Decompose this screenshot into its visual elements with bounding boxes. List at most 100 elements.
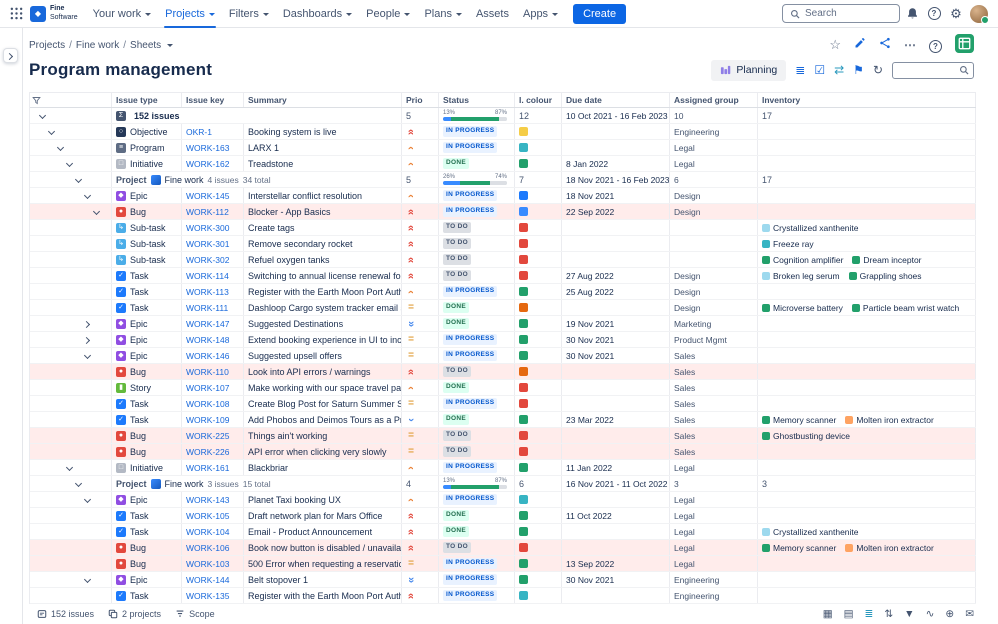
assigned-group-cell[interactable]: Sales <box>670 428 758 443</box>
collapse-chevron-icon[interactable] <box>47 127 56 136</box>
issue-key-link[interactable]: WORK-104 <box>186 527 229 537</box>
collapse-chevron-icon[interactable] <box>74 175 83 184</box>
status-badge[interactable]: DONE <box>443 510 469 521</box>
issue-key-link[interactable]: WORK-103 <box>186 559 229 569</box>
issue-key-link[interactable]: WORK-147 <box>186 319 229 329</box>
assigned-group-cell[interactable]: Legal <box>670 156 758 171</box>
create-button[interactable]: Create <box>573 3 627 24</box>
issue-key-link[interactable]: OKR-1 <box>186 127 212 137</box>
app-logo[interactable]: ◆ Fine Software <box>30 5 78 22</box>
assigned-group-cell[interactable]: Sales <box>670 444 758 459</box>
sheets-icon[interactable] <box>955 33 974 57</box>
issue-key-link[interactable]: WORK-111 <box>186 303 228 313</box>
assigned-group-cell[interactable]: Legal <box>670 492 758 507</box>
colour-swatch[interactable] <box>519 271 528 280</box>
collapse-chevron-icon[interactable] <box>74 479 83 488</box>
collapse-chevron-icon[interactable] <box>65 159 74 168</box>
expand-chevron-icon[interactable] <box>83 319 92 328</box>
collapse-chevron-icon[interactable] <box>83 191 92 200</box>
status-badge[interactable]: TO DO <box>443 254 471 265</box>
issue-key-link[interactable]: WORK-105 <box>186 511 229 521</box>
board-view-icon[interactable]: ▤ <box>844 609 854 620</box>
status-badge[interactable]: IN PROGRESS <box>443 190 498 201</box>
issue-key-link[interactable]: WORK-302 <box>186 255 229 265</box>
assigned-group-cell[interactable]: Legal <box>670 556 758 571</box>
issue-key-link[interactable]: WORK-109 <box>186 415 229 425</box>
status-badge[interactable]: TO DO <box>443 446 471 457</box>
timeline-view-icon[interactable]: ≣ <box>865 609 874 620</box>
planning-button[interactable]: Planning <box>711 59 787 81</box>
status-badge[interactable]: TO DO <box>443 366 471 377</box>
inventory-item[interactable]: Dream inceptor <box>852 255 922 265</box>
assigned-group-cell[interactable]: Design <box>670 268 758 283</box>
inventory-item[interactable]: Microverse battery <box>762 303 843 313</box>
expand-chevron-icon[interactable] <box>83 335 92 344</box>
issue-key-link[interactable]: WORK-148 <box>186 335 229 345</box>
issue-key-link[interactable]: WORK-162 <box>186 159 229 169</box>
breadcrumb-item[interactable]: Fine work <box>76 40 119 51</box>
colour-swatch[interactable] <box>519 351 528 360</box>
nav-item-people[interactable]: People <box>359 0 417 28</box>
colour-swatch[interactable] <box>519 255 528 264</box>
assigned-group-cell[interactable]: Product Mgmt <box>670 332 758 347</box>
inventory-item[interactable]: Crystallized xanthenite <box>762 223 859 233</box>
colour-swatch[interactable] <box>519 383 528 392</box>
status-badge[interactable]: IN PROGRESS <box>443 398 498 409</box>
table-search-input[interactable] <box>892 61 974 79</box>
breadcrumb-item[interactable]: Projects <box>29 40 65 51</box>
colour-swatch[interactable] <box>519 463 528 472</box>
sidebar-expand-button[interactable] <box>3 48 18 63</box>
colour-swatch[interactable] <box>519 367 528 376</box>
assigned-group-cell[interactable]: Sales <box>670 396 758 411</box>
colour-swatch[interactable] <box>519 287 528 296</box>
status-badge[interactable]: IN PROGRESS <box>443 286 498 297</box>
status-badge[interactable]: IN PROGRESS <box>443 350 498 361</box>
breadcrumb-item[interactable]: Sheets <box>130 40 161 51</box>
assigned-group-cell[interactable]: Engineering <box>670 588 758 603</box>
issue-key-link[interactable]: WORK-226 <box>186 447 229 457</box>
rows-sort-icon[interactable]: ≣ <box>795 64 805 76</box>
colour-swatch[interactable] <box>519 191 528 200</box>
nav-item-filters[interactable]: Filters <box>222 0 276 28</box>
status-badge[interactable]: DONE <box>443 382 469 393</box>
user-avatar[interactable] <box>970 4 989 24</box>
filter-funnel-icon[interactable] <box>30 93 112 107</box>
colour-swatch[interactable] <box>519 319 528 328</box>
issue-key-link[interactable]: WORK-145 <box>186 191 229 201</box>
status-badge[interactable]: IN PROGRESS <box>443 142 498 153</box>
status-badge[interactable]: IN PROGRESS <box>443 206 498 217</box>
project-name-link[interactable]: Fine work <box>165 175 204 185</box>
issue-key-link[interactable]: WORK-107 <box>186 383 229 393</box>
status-badge[interactable]: DONE <box>443 318 469 329</box>
issue-key-link[interactable]: WORK-300 <box>186 223 229 233</box>
assigned-group-cell[interactable]: Sales <box>670 364 758 379</box>
status-badge[interactable]: DONE <box>443 414 469 425</box>
settings-gear-icon[interactable]: ⚙ <box>946 4 966 24</box>
flag-icon[interactable]: ⚑ <box>853 64 864 76</box>
app-switcher-icon[interactable] <box>6 4 26 24</box>
status-badge[interactable]: TO DO <box>443 222 471 233</box>
project-name-link[interactable]: Fine work <box>165 479 204 489</box>
nav-item-plans[interactable]: Plans <box>417 0 469 28</box>
column-header-assigned-group[interactable]: Assigned group <box>670 93 758 107</box>
help-icon[interactable]: ? <box>929 37 942 54</box>
issue-key-link[interactable]: WORK-225 <box>186 431 229 441</box>
sort-icon[interactable]: ⇅ <box>884 609 893 620</box>
nav-item-assets[interactable]: Assets <box>469 0 516 28</box>
issue-key-link[interactable]: WORK-114 <box>186 271 229 281</box>
collapse-chevron-icon[interactable] <box>83 351 92 360</box>
assigned-group-cell[interactable]: Engineering <box>670 124 758 139</box>
status-badge[interactable]: DONE <box>443 302 469 313</box>
assigned-group-cell[interactable]: Sales <box>670 412 758 427</box>
assigned-group-cell[interactable]: Marketing <box>670 316 758 331</box>
issue-key-link[interactable]: WORK-112 <box>186 207 229 217</box>
issue-key-link[interactable]: WORK-110 <box>186 367 229 377</box>
colour-swatch[interactable] <box>519 223 528 232</box>
colour-swatch[interactable] <box>519 431 528 440</box>
issue-key-link[interactable]: WORK-108 <box>186 399 229 409</box>
column-header-prio[interactable]: Prio <box>402 93 439 107</box>
assigned-group-cell[interactable]: Legal <box>670 524 758 539</box>
colour-swatch[interactable] <box>519 159 528 168</box>
assigned-group-cell[interactable]: Design <box>670 188 758 203</box>
nav-item-apps[interactable]: Apps <box>516 0 565 28</box>
